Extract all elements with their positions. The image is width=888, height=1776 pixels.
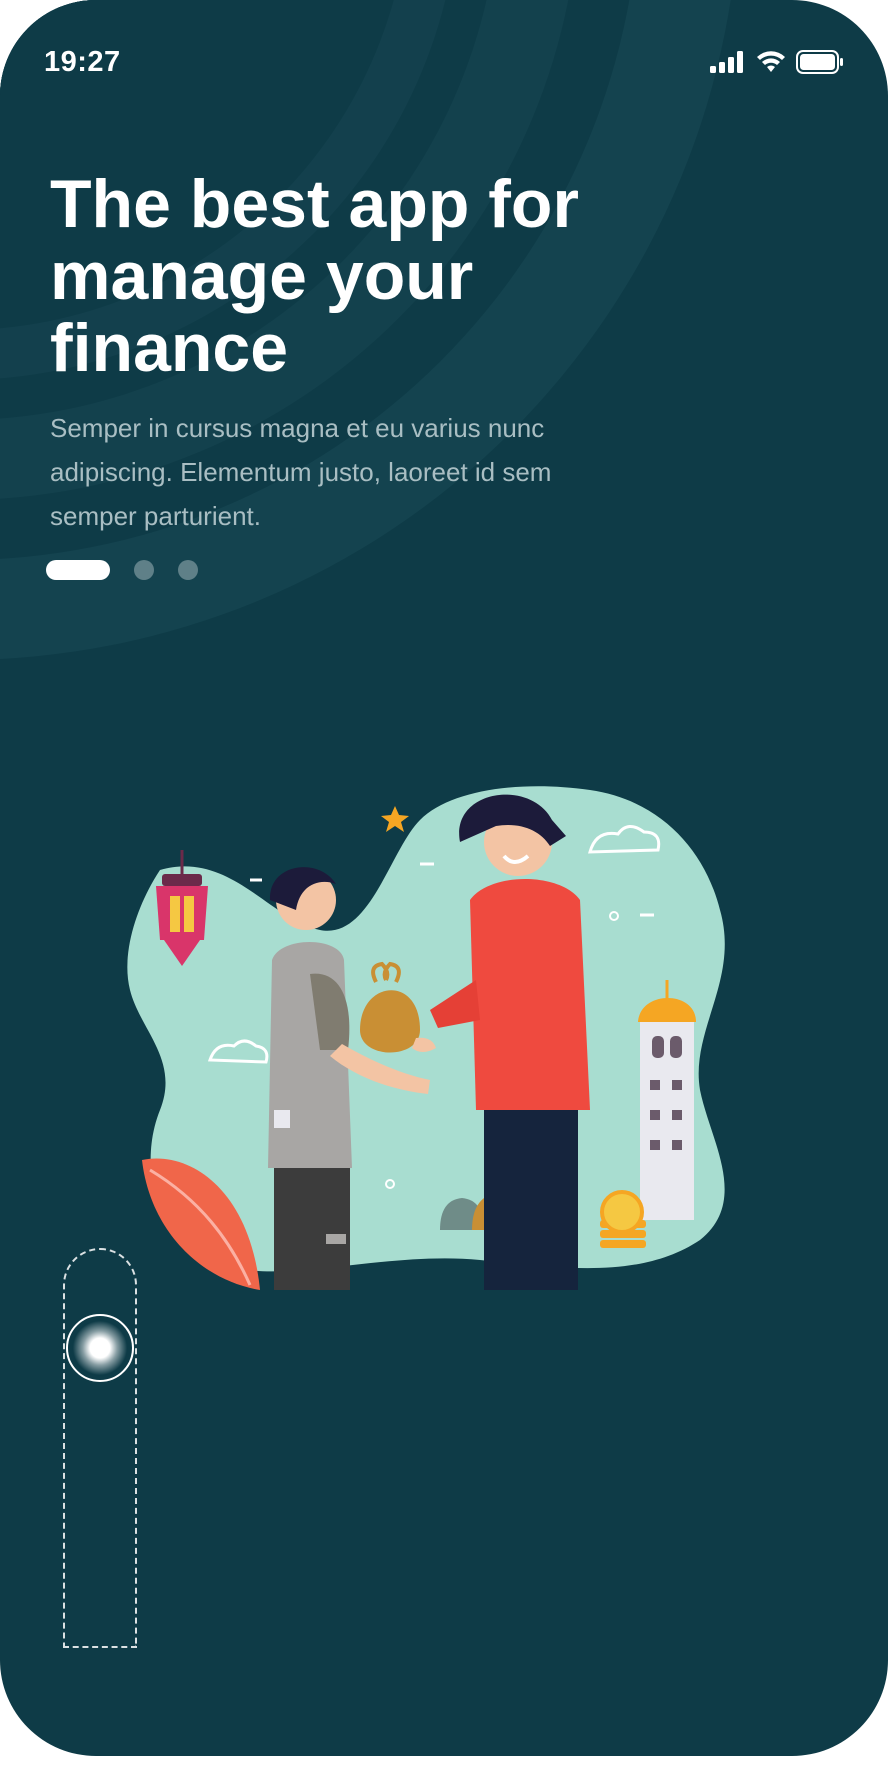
page-indicator bbox=[46, 560, 198, 580]
people-exchanging-gift-illustration bbox=[127, 780, 725, 1290]
battery-icon bbox=[796, 50, 844, 74]
wifi-icon bbox=[756, 51, 786, 73]
hero-title: The best app for manage your finance bbox=[50, 166, 579, 386]
swipe-slider-knob[interactable] bbox=[66, 1314, 134, 1382]
page-dot[interactable] bbox=[178, 560, 198, 580]
status-icons bbox=[710, 50, 844, 74]
page-dot[interactable] bbox=[134, 560, 154, 580]
status-time: 19:27 bbox=[44, 46, 121, 78]
onboarding-screen: 19:27 The best app for manage your finan… bbox=[0, 0, 888, 1756]
status-bar: 19:27 bbox=[0, 0, 888, 130]
hero-subtitle: Semper in cursus magna et eu varius nunc… bbox=[50, 413, 552, 531]
swipe-slider-track[interactable] bbox=[63, 1248, 137, 1648]
signal-icon bbox=[710, 51, 746, 73]
page-dot-active[interactable] bbox=[46, 560, 110, 580]
